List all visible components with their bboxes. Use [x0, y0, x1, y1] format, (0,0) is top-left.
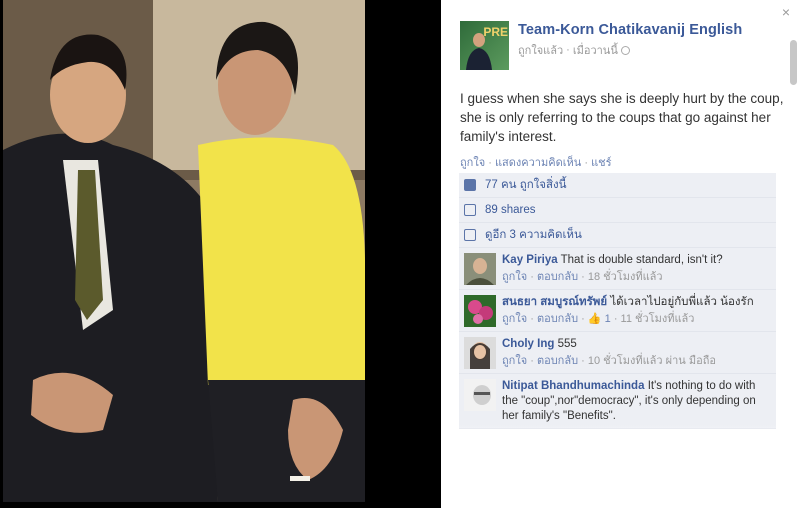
commenter-name[interactable]: Kay Piriya: [502, 254, 558, 266]
comment-item: Choly Ing 555 ถูกใจ · ตอบกลับ · 10 ชั่วโ…: [459, 332, 776, 374]
likes-count[interactable]: 77 คน ถูกใจสิ่งนี้: [485, 176, 567, 194]
separator-dot: ·: [581, 313, 585, 325]
reply-link[interactable]: ตอบกลับ: [537, 313, 578, 325]
post-actions: ถูกใจ · แสดงความคิดเห็น · แชร์: [460, 153, 612, 171]
separator-dot: ·: [530, 355, 534, 367]
commenter-name[interactable]: Choly Ing: [502, 338, 554, 350]
post-time[interactable]: เมื่อวานนี้: [573, 41, 618, 59]
likes-row[interactable]: 77 คน ถูกใจสิ่งนี้: [459, 173, 776, 198]
page-avatar[interactable]: PRE: [460, 21, 509, 70]
commenter-name[interactable]: Nitipat Bhandhumachinda: [502, 380, 644, 392]
feedback-box: 77 คน ถูกใจสิ่งนี้ 89 shares ดูอีก 3 ควา…: [459, 173, 776, 429]
comment-like-link[interactable]: ถูกใจ: [502, 271, 527, 283]
comment-link[interactable]: แสดงความคิดเห็น: [495, 157, 581, 169]
comment-input-overlay: [441, 425, 800, 508]
share-icon: [464, 204, 476, 216]
reply-link[interactable]: ตอบกลับ: [537, 271, 578, 283]
comment-text: That is double standard, isn't it?: [560, 254, 723, 266]
comment-time[interactable]: 10 ชั่วโมงที่แล้ว ผ่าน มือถือ: [588, 355, 716, 367]
comment-time[interactable]: 18 ชั่วโมงที่แล้ว: [588, 271, 663, 283]
comment-item: Nitipat Bhandhumachinda It's nothing to …: [459, 374, 776, 429]
photo-stage: [0, 0, 441, 508]
page-name-link[interactable]: Team-Korn Chatikavanij English: [518, 22, 742, 38]
separator-dot: ·: [566, 44, 570, 56]
comment-meta: ถูกใจ · ตอบกลับ · 10 ชั่วโมงที่แล้ว ผ่าน…: [502, 354, 716, 369]
page-header: PRE Team-Korn Chatikavanij English ถูกใจ…: [460, 21, 742, 70]
avatar[interactable]: [464, 379, 496, 411]
separator-dot: ·: [581, 355, 585, 367]
post-photo[interactable]: [3, 0, 365, 502]
comment-time[interactable]: 11 ชั่วโมงที่แล้ว: [621, 313, 695, 325]
comment-text: ได้เวลาไปอยู่กับพี่แล้ว น้องรัก: [610, 296, 754, 308]
post-subline: ถูกใจแล้ว · เมื่อวานนี้: [518, 41, 742, 59]
shares-row[interactable]: 89 shares: [459, 198, 776, 223]
comment-meta: ถูกใจ · ตอบกลับ · 👍 1 · 11 ชั่วโมงที่แล้…: [502, 312, 754, 327]
avatar[interactable]: [464, 295, 496, 327]
separator-dot: ·: [488, 157, 492, 169]
view-more-comments[interactable]: ดูอีก 3 ความคิดเห็น: [485, 226, 582, 244]
comment-item: Kay Piriya That is double standard, isn'…: [459, 248, 776, 290]
separator-dot: ·: [530, 271, 534, 283]
avatar[interactable]: [464, 337, 496, 369]
comment-meta: ถูกใจ · ตอบกลับ · 18 ชั่วโมงที่แล้ว: [502, 270, 723, 285]
comment-text: 555: [557, 338, 577, 350]
liked-status[interactable]: ถูกใจแล้ว: [518, 41, 563, 59]
avatar[interactable]: [464, 253, 496, 285]
like-link[interactable]: ถูกใจ: [460, 157, 485, 169]
commenter-name[interactable]: สนธยา สมบูรณ์ทรัพย์: [502, 296, 607, 308]
reply-link[interactable]: ตอบกลับ: [537, 355, 578, 367]
shares-count[interactable]: 89 shares: [485, 204, 536, 216]
thumbs-up-icon: [464, 179, 476, 191]
post-text: I guess when she says she is deeply hurt…: [460, 91, 784, 144]
photo-illustration: [3, 0, 365, 502]
like-count: 1: [604, 313, 611, 325]
separator-dot: ·: [613, 313, 618, 325]
separator-dot: ·: [530, 313, 534, 325]
globe-icon: [620, 45, 630, 55]
share-link[interactable]: แชร์: [591, 157, 611, 169]
more-comments-row[interactable]: ดูอีก 3 ความคิดเห็น: [459, 223, 776, 248]
scrollbar[interactable]: [790, 40, 797, 85]
separator-dot: ·: [584, 157, 588, 169]
comment-item: สนธยา สมบูรณ์ทรัพย์ ได้เวลาไปอยู่กับพี่แ…: [459, 290, 776, 332]
person-icon: [466, 33, 492, 70]
comment-icon: [464, 229, 476, 241]
post-side-panel: × PRE Team-Korn Chatikavanij English ถูก…: [441, 0, 800, 508]
separator-dot: ·: [581, 271, 585, 283]
comment-like-link[interactable]: ถูกใจ: [502, 355, 527, 367]
comment-like-link[interactable]: ถูกใจ: [502, 313, 527, 325]
close-icon[interactable]: ×: [782, 4, 790, 20]
comment-like-count[interactable]: 👍 1: [588, 313, 611, 325]
